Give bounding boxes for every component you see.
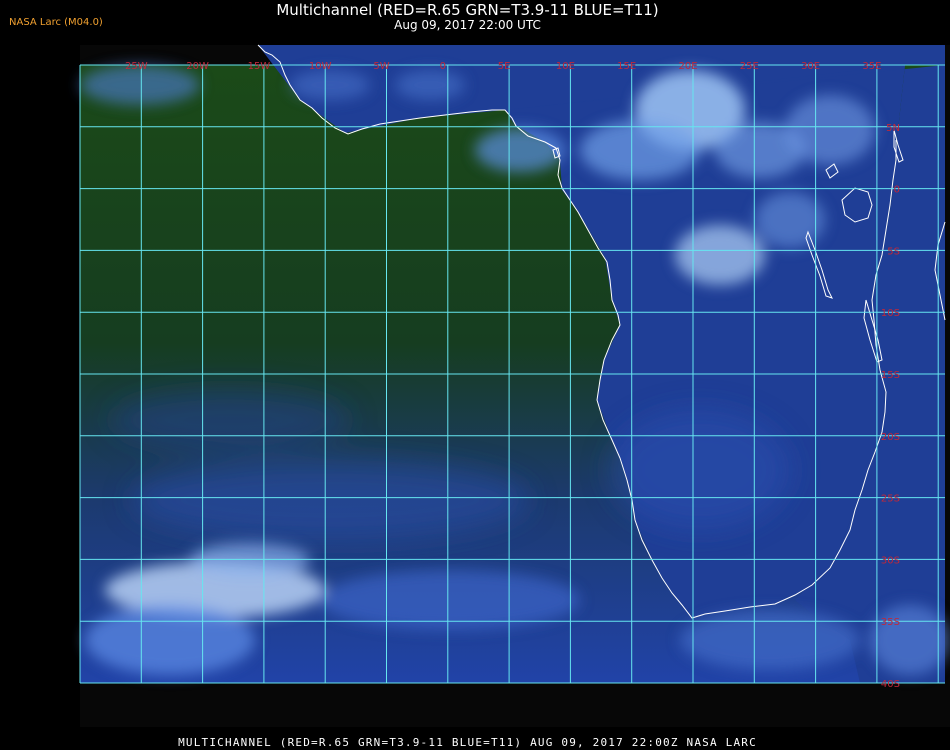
latitude-label: 10S	[881, 308, 900, 319]
latitude-label: 40S	[881, 679, 900, 690]
longitude-label: 10W	[309, 61, 332, 72]
longitude-label: 35E	[862, 61, 881, 72]
satellite-map: 25W 20W 15W 10W 5W 0 5E 10E 15E 20E 25E 30E 35E 5N 0 5…	[79, 44, 950, 727]
footer-caption: MULTICHANNEL (RED=R.65 GRN=T3.9-11 BLUE=…	[178, 736, 757, 749]
longitude-label: 15E	[617, 61, 636, 72]
latitude-label: 15S	[881, 370, 900, 381]
longitude-label: 20E	[678, 61, 697, 72]
latitude-label: 35S	[881, 617, 900, 628]
latitude-label: 20S	[881, 432, 900, 443]
longitude-label: 0	[440, 61, 446, 72]
longitude-label: 5W	[373, 61, 389, 72]
longitude-label: 30E	[801, 61, 820, 72]
latitude-label: 30S	[881, 555, 900, 566]
longitude-label: 25W	[125, 61, 148, 72]
longitude-label: 10E	[556, 61, 575, 72]
latitude-label: 25S	[881, 494, 900, 505]
longitude-label: 15W	[248, 61, 271, 72]
latitude-label: 0	[894, 185, 900, 196]
latitude-label: 5N	[886, 123, 900, 134]
longitude-label: 20W	[186, 61, 209, 72]
longitude-label: 5E	[498, 61, 511, 72]
longitude-label: 25E	[740, 61, 759, 72]
latitude-label: 5S	[887, 246, 900, 257]
